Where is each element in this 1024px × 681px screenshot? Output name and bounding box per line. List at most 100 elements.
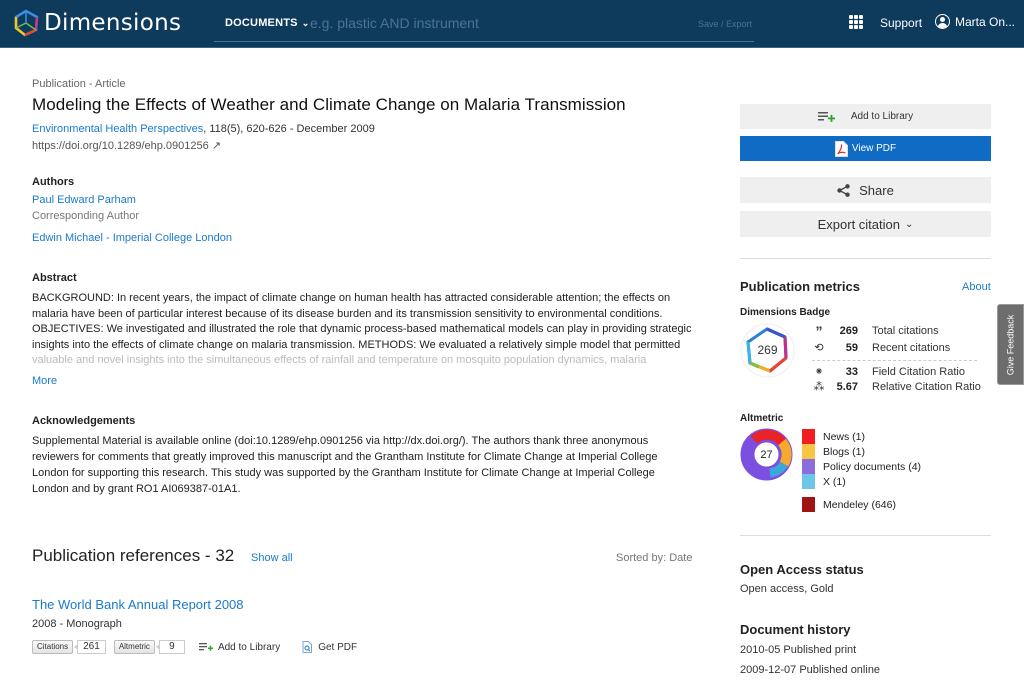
metrics-divider bbox=[812, 360, 977, 361]
altmetric-legend-item[interactable]: Blogs (1) bbox=[802, 444, 921, 459]
altmetric-legend: News (1) Blogs (1) Policy documents (4) … bbox=[802, 429, 921, 489]
metric-value: 5.67 bbox=[836, 380, 858, 393]
author-entry: Edwin Michael - Imperial College London bbox=[32, 232, 232, 244]
share-icon bbox=[837, 183, 850, 197]
top-navigation-bar: Dimensions DOCUMENTS ⌄ Save / Export Sup… bbox=[0, 0, 1024, 48]
references-heading: Publication references - 32 bbox=[32, 546, 235, 565]
share-button[interactable]: Share bbox=[740, 177, 991, 203]
add-to-library-label: Add to Library bbox=[217, 641, 281, 653]
add-to-list-icon bbox=[817, 111, 835, 122]
legend-label: Blogs (1) bbox=[823, 445, 866, 458]
save-export-link[interactable]: Save / Export bbox=[698, 19, 752, 29]
dimensions-badge-heading: Dimensions Badge bbox=[740, 307, 831, 318]
author-link[interactable]: Edwin Michael bbox=[32, 232, 103, 244]
author-link[interactable]: Paul Edward Parham bbox=[32, 194, 136, 206]
doi-link[interactable]: https://doi.org/10.1289/ehp.0901256 ↗ bbox=[32, 139, 221, 152]
share-label: Share bbox=[859, 182, 894, 198]
search-input[interactable] bbox=[310, 10, 500, 36]
reference-actions: Citations 261 Altmetric 9 Add to Library… bbox=[32, 640, 357, 654]
publication-type: Publication - Article bbox=[32, 78, 126, 90]
get-pdf-button[interactable]: Get PDF bbox=[302, 641, 357, 653]
chevron-down-icon: ⌄ bbox=[301, 17, 310, 28]
sidebar-divider bbox=[740, 535, 991, 536]
acknowledgements-text: Supplemental Material is available onlin… bbox=[32, 435, 658, 495]
abstract-text: BACKGROUND: In recent years, the impact … bbox=[32, 291, 692, 369]
metric-value: 59 bbox=[845, 341, 858, 354]
affiliation-link[interactable]: Imperial College London bbox=[113, 232, 232, 244]
journal-info: Environmental Health Perspectives, 118(5… bbox=[32, 123, 375, 135]
metrics-about-link[interactable]: About bbox=[962, 281, 991, 293]
altmetric-legend-item[interactable]: News (1) bbox=[802, 429, 921, 444]
dimensions-logo-icon bbox=[14, 9, 39, 37]
altmetric-legend-item[interactable]: Policy documents (4) bbox=[802, 459, 921, 474]
export-citation-button[interactable]: Export citation ⌄ bbox=[740, 211, 991, 237]
give-feedback-tab[interactable]: Give Feedback bbox=[997, 304, 1024, 385]
acknowledgements-heading: Acknowledgements bbox=[32, 415, 136, 427]
dimensions-logo[interactable]: Dimensions bbox=[12, 9, 181, 37]
metric-value: 33 bbox=[845, 365, 858, 378]
abstract-heading: Abstract bbox=[32, 272, 77, 284]
apps-grid-icon[interactable] bbox=[849, 15, 863, 29]
legend-label: Policy documents (4) bbox=[823, 460, 922, 473]
metric-total-citations: ” 269 Total citations bbox=[812, 323, 939, 339]
journal-link[interactable]: Environmental Health Perspectives bbox=[32, 123, 203, 135]
corresponding-author-label: Corresponding Author bbox=[32, 210, 140, 222]
support-link[interactable]: Support bbox=[880, 16, 922, 30]
citations-count: 261 bbox=[74, 640, 106, 654]
altmetric-count: 9 bbox=[155, 640, 185, 654]
export-citation-label: Export citation bbox=[817, 216, 900, 232]
altmetric-heading: Altmetric bbox=[740, 413, 784, 424]
sort-selector[interactable]: Sorted by: Date bbox=[616, 552, 692, 564]
legend-label: X (1) bbox=[823, 475, 846, 488]
altmetric-legend-readers: Mendeley (646) bbox=[802, 497, 896, 512]
quote-icon: ” bbox=[815, 323, 823, 339]
show-all-references-link[interactable]: Show all bbox=[251, 552, 293, 564]
publication-metrics-heading: Publication metrics bbox=[740, 279, 860, 294]
abstract-more-link[interactable]: More bbox=[32, 375, 57, 387]
view-pdf-label: View PDF bbox=[851, 143, 897, 154]
legend-label: News (1) bbox=[823, 430, 866, 443]
give-feedback-label: Give Feedback bbox=[1005, 314, 1016, 375]
pdf-file-icon bbox=[834, 140, 848, 157]
metric-label: Total citations bbox=[872, 325, 939, 337]
document-history-heading: Document history bbox=[740, 622, 851, 637]
add-to-library-button[interactable]: Add to Library bbox=[740, 104, 991, 129]
user-avatar-icon bbox=[935, 14, 950, 29]
authors-heading: Authors bbox=[32, 176, 75, 188]
author-separator: - bbox=[102, 232, 113, 244]
abstract-visible-text: BACKGROUND: In recent years, the impact … bbox=[32, 292, 692, 351]
altmetric-score: 27 bbox=[760, 449, 773, 461]
altmetric-badge-label: Altmetric bbox=[113, 640, 155, 654]
legend-swatch bbox=[802, 474, 815, 489]
legend-swatch bbox=[802, 497, 815, 512]
document-type-label: DOCUMENTS bbox=[225, 17, 298, 29]
abstract-faded-text: valuable and novel insights into the sim… bbox=[32, 354, 647, 366]
relative-ratio-icon: ⁂ bbox=[813, 381, 825, 393]
legend-swatch bbox=[802, 444, 815, 459]
metric-label: Field Citation Ratio bbox=[872, 365, 965, 378]
altmetric-legend-item[interactable]: X (1) bbox=[802, 474, 921, 489]
user-name: Marta On... bbox=[955, 14, 1016, 29]
metric-recent-citations: ⟲ 59 Recent citations bbox=[812, 341, 951, 355]
search-underline bbox=[214, 41, 754, 42]
user-menu[interactable]: Marta On... bbox=[935, 14, 1015, 29]
pdf-search-icon bbox=[302, 641, 313, 653]
reference-title-link[interactable]: The World Bank Annual Report 2008 bbox=[32, 597, 244, 612]
metric-field-citation-ratio: ⁕ 33 Field Citation Ratio bbox=[812, 365, 965, 379]
citations-badge[interactable]: Citations 261 bbox=[32, 640, 106, 654]
reference-meta: 2008 - Monograph bbox=[32, 618, 122, 630]
dimensions-badge-value: 269 bbox=[757, 343, 778, 357]
history-entry: 2010-05 Published print bbox=[740, 644, 857, 656]
reference-add-to-library-button[interactable]: Add to Library bbox=[198, 641, 281, 653]
altmetric-badge[interactable]: Altmetric 9 bbox=[113, 640, 185, 654]
view-pdf-button[interactable]: View PDF bbox=[740, 136, 991, 161]
altmetric-legend-item[interactable]: Mendeley (646) bbox=[802, 497, 896, 512]
metric-label: Relative Citation Ratio bbox=[872, 380, 981, 393]
metric-label: Recent citations bbox=[872, 341, 951, 354]
add-to-list-icon bbox=[198, 643, 213, 651]
citations-badge-label: Citations bbox=[32, 640, 74, 654]
legend-label: Mendeley (646) bbox=[823, 498, 896, 511]
brand-name: Dimensions bbox=[44, 10, 182, 36]
journal-details: , 118(5), 620-626 - December 2009 bbox=[203, 123, 375, 135]
document-type-selector[interactable]: DOCUMENTS ⌄ bbox=[225, 17, 309, 29]
